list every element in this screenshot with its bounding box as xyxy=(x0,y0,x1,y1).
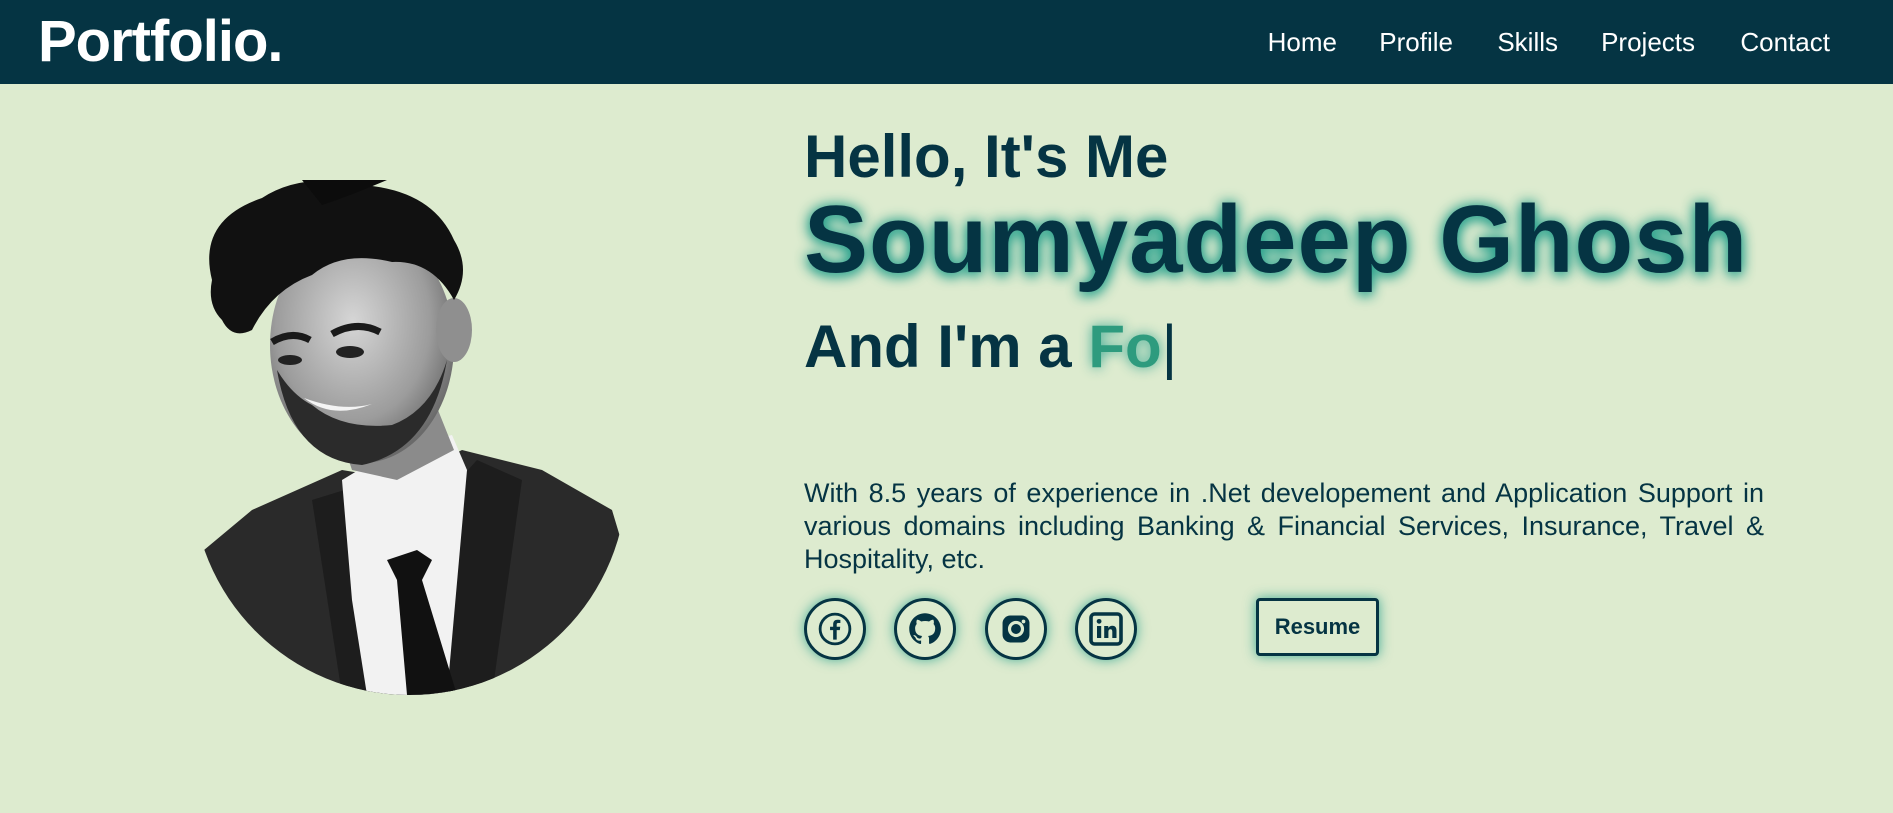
top-navbar: Portfolio. Home Profile Skills Projects … xyxy=(0,0,1893,84)
description: With 8.5 years of experience in .Net dev… xyxy=(804,478,1764,574)
instagram-link[interactable] xyxy=(985,598,1047,660)
resume-button[interactable]: Resume xyxy=(1256,598,1379,656)
instagram-icon xyxy=(1002,615,1030,643)
nav-profile[interactable]: Profile xyxy=(1379,24,1453,60)
logo[interactable]: Portfolio. xyxy=(38,8,284,76)
full-name: Soumyadeep Ghosh xyxy=(804,186,1749,293)
facebook-link[interactable] xyxy=(804,598,866,660)
github-icon xyxy=(909,613,941,645)
nav-projects[interactable]: Projects xyxy=(1601,24,1695,60)
linkedin-icon xyxy=(1089,612,1123,646)
github-link[interactable] xyxy=(894,598,956,660)
nav-skills[interactable]: Skills xyxy=(1497,24,1558,60)
typing-cursor: | xyxy=(1161,313,1178,380)
greeting: Hello, It's Me xyxy=(804,123,1169,190)
facebook-icon xyxy=(818,612,852,646)
role-prefix: And I'm a xyxy=(804,313,1072,380)
role-typed-text: Fo xyxy=(1088,313,1162,380)
nav-contact[interactable]: Contact xyxy=(1740,24,1830,60)
profile-photo xyxy=(192,180,627,695)
linkedin-link[interactable] xyxy=(1075,598,1137,660)
role-line: And I'm a Fo| xyxy=(804,314,1177,380)
nav-home[interactable]: Home xyxy=(1268,24,1337,60)
